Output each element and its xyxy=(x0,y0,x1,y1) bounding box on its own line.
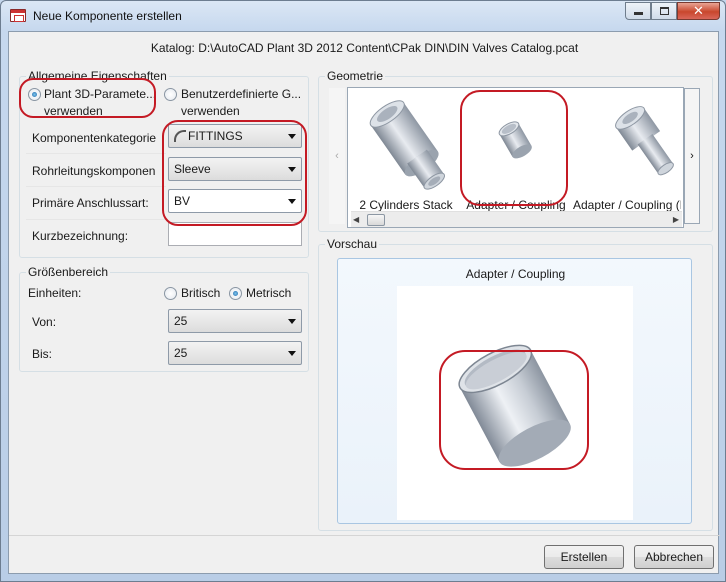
british-units-radio[interactable] xyxy=(164,287,177,300)
caption-buttons: ✕ xyxy=(625,2,720,20)
maximize-icon xyxy=(659,7,669,15)
geometry-item-label: 2 Cylinders Stack xyxy=(359,198,453,212)
chevron-down-icon xyxy=(288,319,296,324)
elbow-fitting-icon xyxy=(174,130,186,142)
custom-geometry-label[interactable]: Benutzerdefinierte G... xyxy=(181,87,301,101)
preview-caption: Adapter / Coupling xyxy=(465,267,566,281)
row-separator xyxy=(26,153,166,154)
piping-component-select[interactable]: Sleeve xyxy=(168,157,302,181)
dialog-window: Neue Komponente erstellen ✕ Katalog: D:\… xyxy=(0,0,726,582)
footer-separator xyxy=(9,535,720,536)
chevron-down-icon xyxy=(288,167,296,172)
primary-connection-value: BV xyxy=(174,194,191,208)
scroll-left-icon[interactable]: ◀ xyxy=(353,215,359,224)
chevron-right-icon: › xyxy=(690,150,694,162)
plant-3d-parameters-label-2[interactable]: verwenden xyxy=(44,104,103,118)
geometry-horizontal-scrollbar[interactable]: ◀ ▶ xyxy=(351,211,682,227)
close-icon: ✕ xyxy=(693,3,704,19)
size-to-label: Bis: xyxy=(32,347,53,361)
maximize-button[interactable] xyxy=(651,2,677,20)
component-category-select[interactable]: FITTINGS xyxy=(168,124,302,148)
piping-component-value: Sleeve xyxy=(174,162,211,176)
close-button[interactable]: ✕ xyxy=(677,2,720,20)
units-label: Einheiten: xyxy=(28,286,82,300)
geometry-next-button[interactable]: › xyxy=(684,88,700,224)
geometry-prev-button[interactable]: ‹ xyxy=(329,88,345,224)
size-to-value: 25 xyxy=(174,346,188,360)
plant-3d-parameters-radio[interactable] xyxy=(28,88,41,101)
scroll-right-icon[interactable]: ▶ xyxy=(673,215,679,224)
geometry-item-label: Adapter / Coupling (P xyxy=(573,198,681,212)
short-description-input[interactable] xyxy=(168,222,302,246)
size-to-select[interactable]: 25 xyxy=(168,341,302,365)
create-button[interactable]: Erstellen xyxy=(544,545,624,569)
adapter-coupling-p-image xyxy=(615,106,674,176)
preview-canvas xyxy=(397,286,633,520)
row-separator xyxy=(26,219,166,220)
general-properties-title: Allgemeine Eigenschaften xyxy=(26,69,169,83)
geometry-item-adapter-coupling[interactable]: Adapter / Coupling xyxy=(461,91,571,215)
british-units-label[interactable]: Britisch xyxy=(181,286,220,300)
two-cylinders-stack-image xyxy=(369,100,446,190)
short-description-label: Kurzbezeichnung: xyxy=(32,229,129,243)
plant-3d-parameters-label[interactable]: Plant 3D-Paramete... xyxy=(44,87,156,101)
adapter-coupling-image xyxy=(498,121,532,159)
piping-component-label: Rohrleitungskomponen xyxy=(32,164,156,178)
primary-connection-label: Primäre Anschlussart: xyxy=(32,196,149,210)
size-from-select[interactable]: 25 xyxy=(168,309,302,333)
primary-connection-select[interactable]: BV xyxy=(168,189,302,213)
chevron-down-icon xyxy=(288,134,296,139)
geometry-item-2-cylinders-stack[interactable]: 2 Cylinders Stack xyxy=(351,91,461,215)
title-bar[interactable]: Neue Komponente erstellen ✕ xyxy=(1,1,725,31)
geometry-title: Geometrie xyxy=(325,69,386,83)
adapter-coupling-preview-image xyxy=(458,344,571,467)
cancel-button[interactable]: Abbrechen xyxy=(634,545,714,569)
window-title: Neue Komponente erstellen xyxy=(33,9,182,23)
geometry-gallery: 2 Cylinders Stack Adapter / Coupling Ada… xyxy=(347,87,684,228)
dialog-content: Katalog: D:\AutoCAD Plant 3D 2012 Conten… xyxy=(8,31,720,574)
metric-units-label[interactable]: Metrisch xyxy=(246,286,291,300)
custom-geometry-radio[interactable] xyxy=(164,88,177,101)
size-from-value: 25 xyxy=(174,314,188,328)
dialog-app-icon xyxy=(10,9,26,22)
chevron-left-icon: ‹ xyxy=(335,150,339,162)
preview-title: Vorschau xyxy=(325,237,380,251)
geometry-item-adapter-coupling-p[interactable]: Adapter / Coupling (P xyxy=(571,91,681,215)
scrollbar-thumb[interactable] xyxy=(367,214,385,226)
minimize-button[interactable] xyxy=(625,2,651,20)
size-range-title: Größenbereich xyxy=(26,265,111,279)
row-separator xyxy=(26,186,166,187)
preview-panel: Adapter / Coupling xyxy=(337,258,692,524)
component-category-label: Komponentenkategorie xyxy=(32,131,157,145)
size-from-label: Von: xyxy=(32,315,57,329)
chevron-down-icon xyxy=(288,351,296,356)
geometry-item-label: Adapter / Coupling xyxy=(466,198,566,212)
metric-units-radio[interactable] xyxy=(229,287,242,300)
minimize-icon xyxy=(633,12,643,15)
chevron-down-icon xyxy=(288,199,296,204)
component-category-value: FITTINGS xyxy=(188,129,243,143)
catalog-path: Katalog: D:\AutoCAD Plant 3D 2012 Conten… xyxy=(150,41,579,55)
custom-geometry-label-2[interactable]: verwenden xyxy=(181,104,240,118)
